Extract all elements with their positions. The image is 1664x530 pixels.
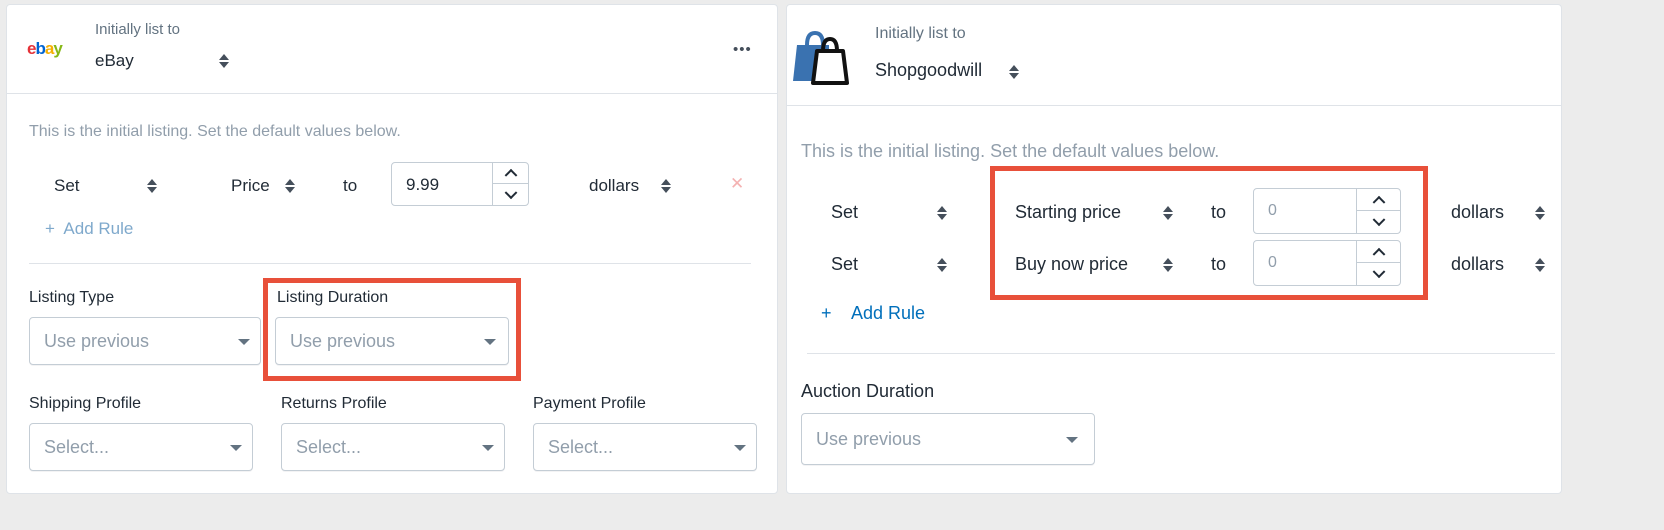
payment-profile-placeholder: Select... (548, 437, 614, 457)
remove-rule-icon[interactable]: ✕ (730, 174, 744, 194)
caret-down-icon (230, 445, 242, 451)
channel-select[interactable]: eBay (93, 47, 233, 73)
initially-list-label: Initially list to (875, 25, 966, 42)
ebay-logo: ebay (27, 39, 63, 58)
shipping-profile-placeholder: Select... (44, 437, 110, 457)
rule-action-select[interactable]: Set (51, 173, 167, 199)
section-divider (29, 263, 751, 264)
ebay-listing-card: ebay Initially list to eBay ••• This is … (6, 4, 778, 494)
add-rule-link[interactable]: + Add Rule (45, 219, 133, 239)
auction-duration-label: Auction Duration (801, 381, 935, 401)
rule-unit-select[interactable]: dollars (1449, 251, 1553, 279)
returns-profile-label: Returns Profile (281, 395, 387, 412)
returns-profile-select[interactable]: Select... (281, 423, 505, 471)
shopping-bag-logo (793, 30, 849, 85)
listing-duration-highlight (263, 278, 521, 381)
caret-down-icon (238, 339, 250, 345)
chevron-down-icon (504, 185, 517, 199)
plus-icon: + (821, 303, 832, 323)
shipping-profile-label: Shipping Profile (29, 395, 142, 412)
auction-duration-value: Use previous (816, 429, 922, 449)
auction-duration-select[interactable]: Use previous (801, 413, 1095, 465)
caret-down-icon (734, 445, 746, 451)
section-divider (807, 353, 1555, 354)
rule-unit-value: dollars (1451, 202, 1505, 222)
caret-down-icon (482, 445, 494, 451)
shipping-profile-select[interactable]: Select... (29, 423, 253, 471)
rule-action-select[interactable]: Set (829, 251, 959, 279)
rule-field-select[interactable]: Price (229, 173, 305, 199)
rule-unit-select[interactable]: dollars (587, 173, 673, 199)
rule-action-value: Set (831, 202, 859, 222)
rule-unit-value: dollars (589, 176, 640, 195)
increment-button[interactable] (493, 163, 528, 184)
channel-value: Shopgoodwill (875, 60, 983, 80)
price-value: 9.99 (406, 175, 440, 194)
listing-type-select[interactable]: Use previous (29, 317, 261, 365)
more-options-icon[interactable]: ••• (733, 41, 752, 58)
updown-icon (661, 178, 671, 194)
channel-select[interactable]: Shopgoodwill (875, 57, 1045, 85)
listing-type-label: Listing Type (29, 289, 115, 306)
rule-action-select[interactable]: Set (829, 199, 959, 227)
header-divider (787, 105, 1561, 106)
payment-profile-label: Payment Profile (533, 395, 646, 412)
rule-unit-select[interactable]: dollars (1449, 199, 1553, 227)
updown-icon (937, 205, 947, 221)
rule-to-label: to (343, 176, 358, 195)
intro-text: This is the initial listing. Set the def… (29, 123, 401, 140)
intro-text: This is the initial listing. Set the def… (801, 141, 1220, 161)
listing-type-value: Use previous (44, 331, 150, 351)
updown-icon (937, 257, 947, 273)
price-value-input[interactable]: 9.99 (391, 162, 529, 206)
updown-icon (219, 53, 229, 69)
updown-icon (1535, 205, 1545, 221)
updown-icon (285, 178, 295, 194)
rule-action-value: Set (831, 254, 859, 274)
price-stepper[interactable] (492, 163, 528, 205)
updown-icon (1009, 64, 1019, 80)
decrement-button[interactable] (493, 184, 528, 205)
add-rule-label: Add Rule (851, 303, 926, 323)
initially-list-label: Initially list to (95, 21, 181, 38)
payment-profile-select[interactable]: Select... (533, 423, 757, 471)
updown-icon (147, 178, 157, 194)
channel-value: eBay (95, 51, 134, 70)
caret-down-icon (1066, 437, 1078, 443)
header-divider (7, 93, 777, 94)
updown-icon (1535, 257, 1545, 273)
rule-field-value: Price (231, 176, 270, 195)
rule-action-value: Set (54, 176, 80, 195)
chevron-up-icon (504, 168, 517, 182)
price-rules-highlight (990, 166, 1428, 300)
rule-unit-value: dollars (1451, 254, 1505, 274)
returns-profile-placeholder: Select... (296, 437, 362, 457)
